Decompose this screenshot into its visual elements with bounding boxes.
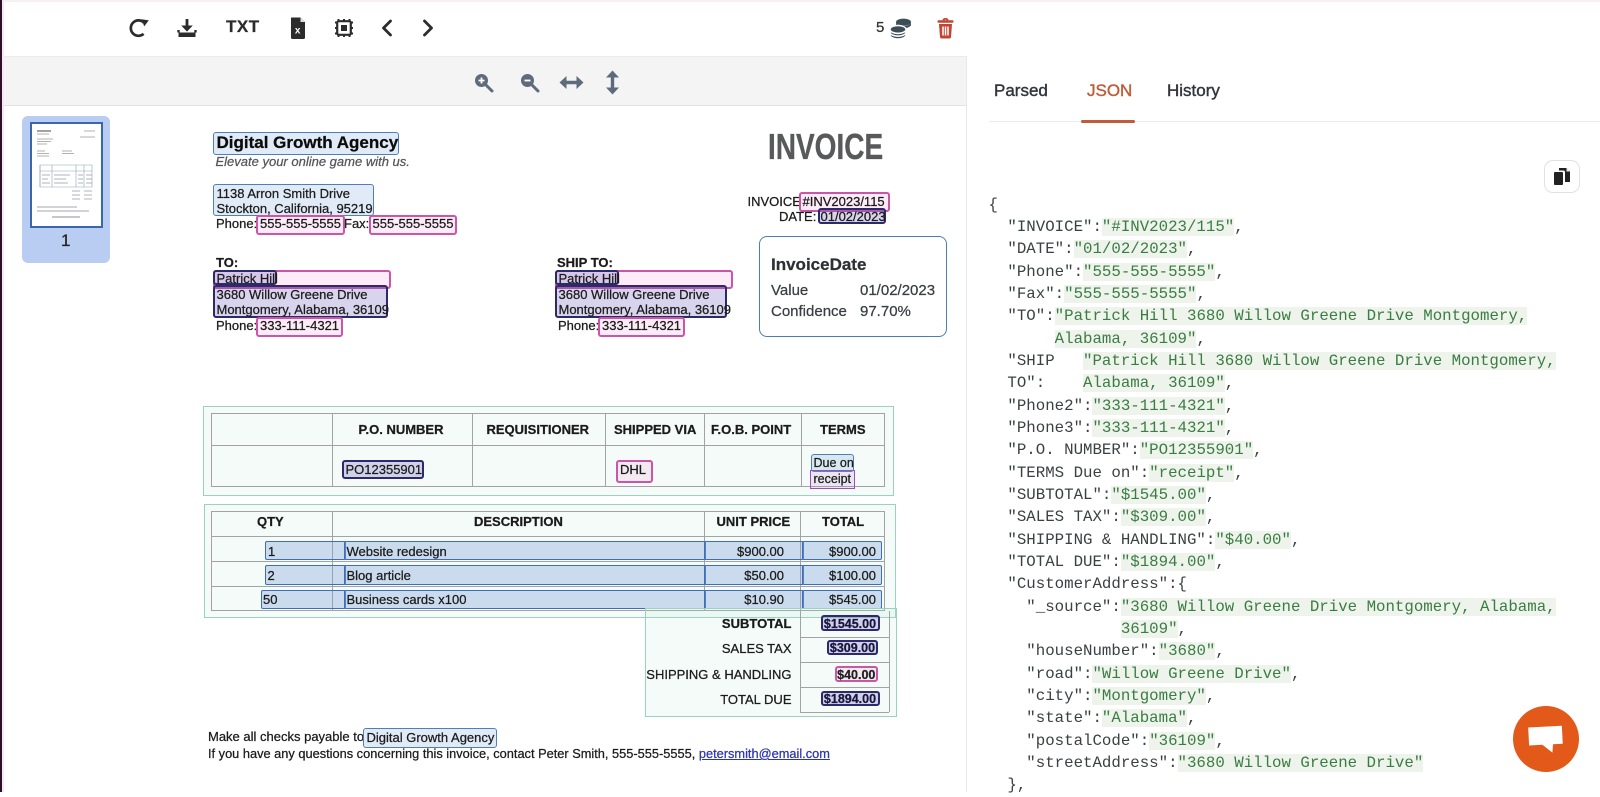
svg-text:x: x <box>295 26 301 37</box>
